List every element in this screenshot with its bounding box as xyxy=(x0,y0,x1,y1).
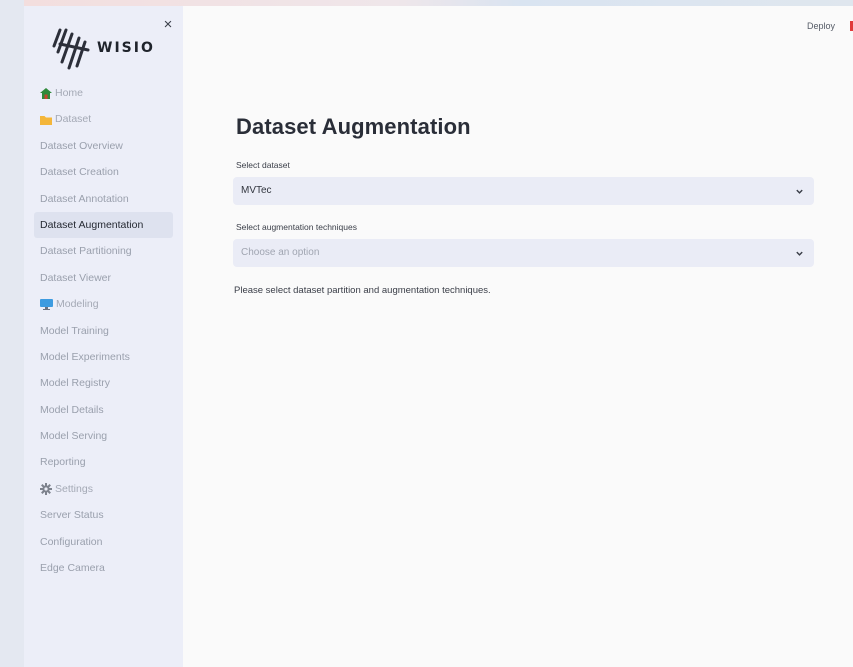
folder-icon xyxy=(40,115,52,125)
chevron-down-icon xyxy=(796,189,803,194)
deploy-button[interactable]: Deploy xyxy=(807,21,835,31)
sidebar-item-dataset-viewer[interactable]: Dataset Viewer xyxy=(24,265,183,291)
sidebar-item-model-details[interactable]: Model Details xyxy=(24,397,183,423)
info-message: Please select dataset partition and augm… xyxy=(234,285,491,296)
sidebar-item-model-serving[interactable]: Model Serving xyxy=(24,423,183,449)
sidebar-item-reporting[interactable]: Reporting xyxy=(24,449,183,475)
sidebar-item-label: Settings xyxy=(55,482,93,495)
chevron-down-icon xyxy=(796,251,803,256)
sidebar-item-model-registry[interactable]: Model Registry xyxy=(24,370,183,396)
sidebar-item-server-status[interactable]: Server Status xyxy=(24,502,183,528)
sidebar-item-label: Dataset Annotation xyxy=(40,192,129,205)
home-icon xyxy=(40,87,52,99)
dataset-select[interactable]: MVTec xyxy=(233,177,814,205)
sidebar-item-label: Model Registry xyxy=(40,377,111,390)
sidebar-item-label: Dataset Viewer xyxy=(40,271,112,284)
sidebar-item-model-experiments[interactable]: Model Experiments xyxy=(24,344,183,370)
sidebar-item-label: Reporting xyxy=(40,456,86,469)
sidebar-item-model-training[interactable]: Model Training xyxy=(24,318,183,344)
sidebar-item-label: Dataset Creation xyxy=(40,166,119,179)
sidebar: × WISIO Home Dataset Dataset Overview Da… xyxy=(24,6,183,667)
sidebar-item-label: Model Details xyxy=(40,403,104,416)
sidebar-item-dataset-augmentation[interactable]: Dataset Augmentation xyxy=(34,211,173,239)
brand-name: WISIO xyxy=(97,40,155,56)
sidebar-item-dataset-overview[interactable]: Dataset Overview xyxy=(24,133,183,159)
main-content: Deploy Dataset Augmentation Select datas… xyxy=(183,6,853,667)
gear-icon xyxy=(40,483,52,496)
sidebar-item-dataset-partitioning[interactable]: Dataset Partitioning xyxy=(24,238,183,264)
sidebar-item-home[interactable]: Home xyxy=(24,80,183,106)
sidebar-item-label: Modeling xyxy=(56,298,99,311)
sidebar-item-configuration[interactable]: Configuration xyxy=(24,529,183,555)
sidebar-item-edge-camera[interactable]: Edge Camera xyxy=(24,555,183,581)
sidebar-item-label: Dataset Partitioning xyxy=(40,245,132,258)
sidebar-item-label: Configuration xyxy=(40,535,103,548)
augmentation-multiselect[interactable]: Choose an option xyxy=(233,239,814,267)
dataset-select-value: MVTec xyxy=(241,185,272,196)
sidebar-item-label: Dataset Augmentation xyxy=(40,218,144,231)
select-augmentation-label: Select augmentation techniques xyxy=(236,222,357,232)
sidebar-item-label: Home xyxy=(55,87,84,99)
page-title: Dataset Augmentation xyxy=(236,114,471,139)
sidebar-item-label: Dataset xyxy=(55,113,92,126)
sidebar-item-label: Model Experiments xyxy=(40,350,130,363)
sidebar-item-label: Edge Camera xyxy=(40,562,105,575)
sidebar-item-dataset[interactable]: Dataset xyxy=(24,106,183,132)
monitor-icon xyxy=(40,298,53,310)
app-window: × WISIO Home Dataset Dataset Overview Da… xyxy=(24,6,853,667)
sidebar-item-dataset-creation[interactable]: Dataset Creation xyxy=(24,159,183,185)
wisio-logo-mark xyxy=(52,28,90,70)
sidebar-item-label: Dataset Overview xyxy=(40,139,123,152)
sidebar-item-label: Model Serving xyxy=(40,430,108,443)
augmentation-select-placeholder: Choose an option xyxy=(241,247,320,258)
sidebar-item-label: Model Training xyxy=(40,324,109,337)
sidebar-item-label: Server Status xyxy=(40,509,104,522)
sidebar-item-settings[interactable]: Settings xyxy=(24,476,183,502)
select-dataset-label: Select dataset xyxy=(236,160,290,170)
sidebar-nav: Home Dataset Dataset Overview Dataset Cr… xyxy=(24,80,183,581)
sidebar-item-dataset-annotation[interactable]: Dataset Annotation xyxy=(24,186,183,212)
wisio-logo: WISIO xyxy=(52,26,172,76)
sidebar-item-modeling[interactable]: Modeling xyxy=(24,291,183,317)
